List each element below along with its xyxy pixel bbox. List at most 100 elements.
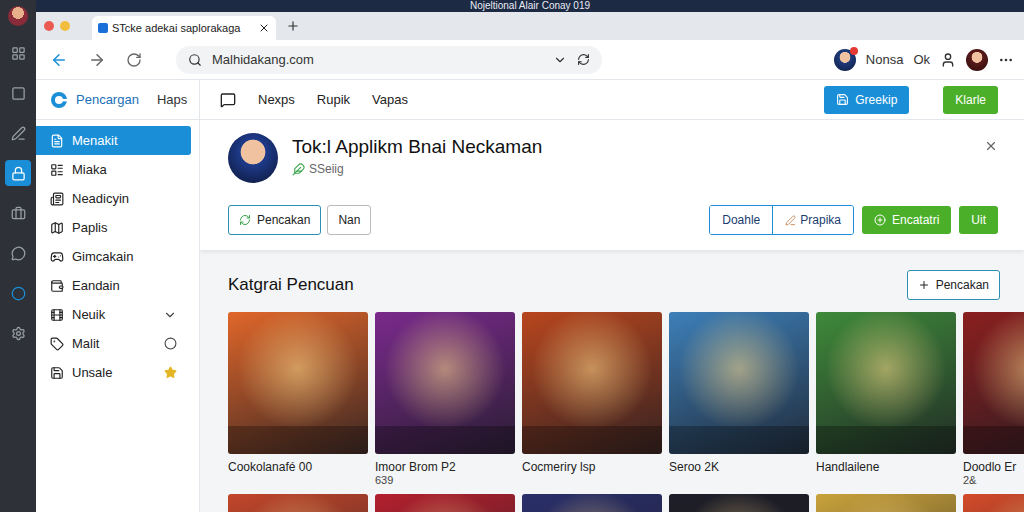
brand-link[interactable]: Haps bbox=[157, 92, 187, 107]
game-card[interactable] bbox=[375, 494, 515, 512]
game-card[interactable]: Handlailene bbox=[816, 312, 956, 486]
segment-button[interactable]: Doahle bbox=[710, 206, 772, 234]
strip-button[interactable] bbox=[5, 120, 31, 146]
search-icon bbox=[188, 53, 202, 67]
strip-button[interactable] bbox=[5, 40, 31, 66]
arrow-right-icon bbox=[88, 51, 106, 69]
arrow-left-icon bbox=[50, 51, 68, 69]
nav-link[interactable]: Vapas bbox=[372, 92, 408, 107]
header-button[interactable]: Greekip bbox=[824, 86, 909, 114]
strip-button[interactable] bbox=[5, 80, 31, 106]
action-button[interactable]: Nan bbox=[327, 205, 371, 235]
card-subcaption: 2& bbox=[963, 474, 1024, 486]
close-button[interactable] bbox=[984, 133, 998, 153]
game-art bbox=[669, 312, 809, 454]
nav-link[interactable]: Rupik bbox=[317, 92, 350, 107]
header-buttons: Greekip Klarle bbox=[824, 86, 1024, 114]
sidebar-item[interactable]: Menakit bbox=[36, 126, 191, 155]
pen-icon bbox=[785, 215, 796, 226]
window-controls bbox=[44, 21, 70, 31]
game-art bbox=[375, 494, 515, 512]
game-card[interactable] bbox=[522, 494, 662, 512]
chevron-icon[interactable] bbox=[163, 308, 177, 322]
card-caption: Handlailene bbox=[816, 460, 956, 474]
game-card[interactable]: Cookolanafé 00 bbox=[228, 312, 368, 486]
game-card[interactable]: Cocmeriry lsp bbox=[522, 312, 662, 486]
app-header: PencarganHaps Nexps Rupik Vapas Greekip Klarl… bbox=[36, 80, 1024, 120]
sidebar-item[interactable]: Neuik bbox=[36, 300, 191, 329]
more-icon[interactable] bbox=[998, 52, 1014, 68]
game-card[interactable] bbox=[816, 494, 956, 512]
browser-tab[interactable]: STcke adekai saplorakaga bbox=[92, 16, 276, 40]
strip-button[interactable] bbox=[5, 280, 31, 306]
game-card[interactable]: Doodlo Er2& bbox=[963, 312, 1024, 486]
game-card[interactable]: Seroo 2K bbox=[669, 312, 809, 486]
forward-button[interactable] bbox=[88, 51, 106, 69]
avatar-icon[interactable] bbox=[8, 6, 28, 26]
profile-name[interactable]: Nonsa bbox=[866, 52, 904, 67]
account-avatar-icon[interactable] bbox=[966, 49, 988, 71]
strip-button[interactable] bbox=[5, 320, 31, 346]
circle-icon[interactable] bbox=[164, 337, 177, 350]
card-caption: Imoor Brom P2 bbox=[375, 460, 515, 474]
game-card[interactable] bbox=[228, 494, 368, 512]
sidebar-item[interactable]: Eandain bbox=[36, 271, 191, 300]
strip-button[interactable] bbox=[5, 200, 31, 226]
sidebar-item[interactable]: Unsale bbox=[36, 358, 191, 387]
chat-icon[interactable] bbox=[220, 92, 236, 108]
strip-icon bbox=[11, 326, 26, 341]
game-art bbox=[522, 312, 662, 454]
green-button[interactable]: Encatatri bbox=[862, 206, 951, 234]
minimize-dot-icon[interactable] bbox=[60, 21, 70, 31]
right-actions: DoahlePrapika Encatatri Uit bbox=[709, 205, 998, 235]
close-dot-icon[interactable] bbox=[44, 21, 54, 31]
main: Tok:l Applikm Bnai NeckamanSSeiig Pencaka… bbox=[200, 120, 1024, 512]
profile-actions: PencakanNan DoahlePrapika Encatatri Uit bbox=[228, 205, 998, 235]
strip-button[interactable] bbox=[5, 240, 31, 266]
sidebar-item[interactable]: Paplis bbox=[36, 213, 191, 242]
game-art bbox=[228, 494, 368, 512]
strip-icon bbox=[11, 46, 26, 61]
star-icon[interactable] bbox=[164, 366, 177, 379]
plus-icon bbox=[918, 279, 930, 291]
sidebar-item[interactable]: Malit bbox=[36, 329, 191, 358]
strip-icon bbox=[11, 206, 26, 221]
chevron-down-icon[interactable] bbox=[553, 53, 567, 67]
sidebar-item[interactable]: Miaka bbox=[36, 155, 191, 184]
game-art bbox=[963, 494, 1024, 512]
nav-link[interactable]: Nexps bbox=[258, 92, 295, 107]
refresh-icon[interactable] bbox=[577, 53, 590, 66]
title-bar: Nojeltional Alair Conay 019 bbox=[36, 0, 1024, 12]
profile-avatar-icon[interactable] bbox=[834, 49, 856, 71]
side-strip bbox=[0, 0, 36, 512]
sidebar-item[interactable]: Gimcakain bbox=[36, 242, 191, 271]
card-caption: Seroo 2K bbox=[669, 460, 809, 474]
user-icon[interactable] bbox=[940, 52, 956, 68]
category-section: Katgrai PencuanPencakanCookolanafé 00Imo… bbox=[200, 250, 1024, 512]
game-card[interactable] bbox=[669, 494, 809, 512]
strip-button[interactable] bbox=[5, 160, 31, 186]
reload-button[interactable] bbox=[126, 52, 142, 68]
strip-icon bbox=[11, 86, 26, 101]
section-button[interactable]: Pencakan bbox=[907, 270, 1000, 300]
profile-header: Tok:l Applikm Bnai NeckamanSSeiig bbox=[228, 133, 998, 183]
sidebar-item-icon bbox=[50, 366, 64, 380]
sidebar-item-icon bbox=[50, 221, 64, 235]
green-button[interactable]: Uit bbox=[959, 206, 998, 234]
strip-icon bbox=[11, 126, 26, 141]
game-card[interactable] bbox=[963, 494, 1024, 512]
card-caption: Doodlo Er bbox=[963, 460, 1024, 474]
new-tab-button[interactable] bbox=[286, 19, 300, 33]
sidebar-item[interactable]: Neadicyin bbox=[36, 184, 191, 213]
header-button[interactable]: Klarle bbox=[943, 86, 998, 114]
action-button[interactable]: Pencakan bbox=[228, 205, 321, 235]
brand[interactable]: PencarganHaps bbox=[36, 80, 200, 119]
back-button[interactable] bbox=[50, 51, 68, 69]
leaf-icon bbox=[292, 163, 305, 176]
game-card[interactable]: Imoor Brom P2639 bbox=[375, 312, 515, 486]
ok-button[interactable]: Ok bbox=[913, 52, 930, 67]
address-field[interactable]: Malhidakang.com bbox=[176, 46, 602, 74]
address-row: Malhidakang.com Nonsa Ok bbox=[36, 40, 1024, 80]
segment-button[interactable]: Prapika bbox=[772, 206, 853, 234]
close-icon[interactable] bbox=[258, 22, 270, 34]
